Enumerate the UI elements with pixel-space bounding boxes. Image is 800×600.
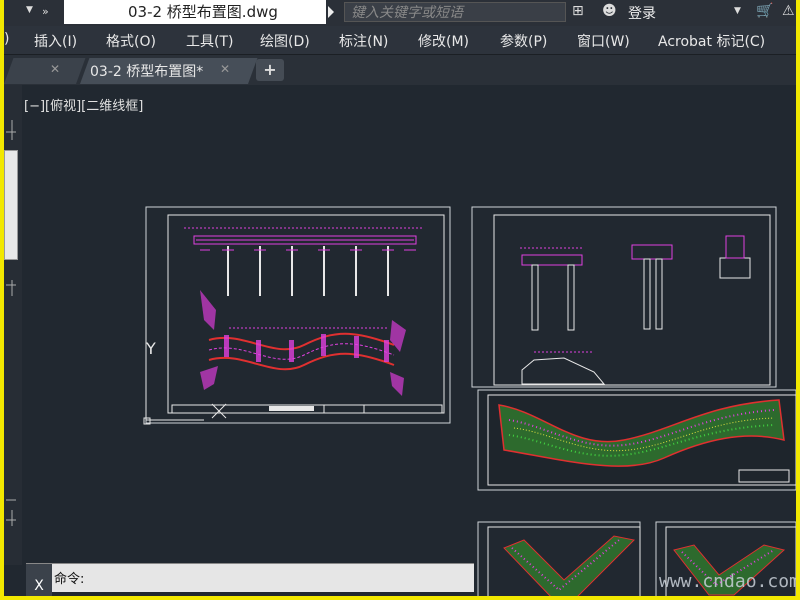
sheet-bridge-layout[interactable] xyxy=(145,206,451,424)
sheet-deck-plan[interactable] xyxy=(477,389,796,491)
ucs-icon xyxy=(143,270,227,425)
rail-markers xyxy=(6,120,16,526)
ucs-y-label: Y xyxy=(145,339,156,358)
command-close-button[interactable]: X xyxy=(26,576,52,596)
cad-window: ▼ » 03-2 桥型布置图.dwg 键入关键字或短语 ⊞ ☻ 登录 ▼ 🛒 ⚠… xyxy=(4,0,796,596)
command-prompt: 命令: xyxy=(54,572,85,587)
command-line[interactable] xyxy=(26,563,474,592)
sheet-bottom-left[interactable] xyxy=(477,521,641,596)
watermark: www.cndao.com xyxy=(659,571,796,592)
drawing-canvas: Y xyxy=(6,120,796,596)
command-grip[interactable] xyxy=(26,564,52,576)
sheet-pier-details[interactable] xyxy=(471,206,777,388)
